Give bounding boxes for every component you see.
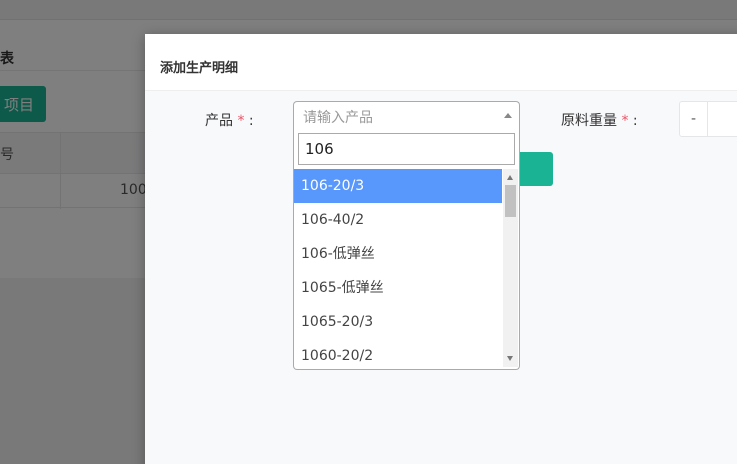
dropdown-option[interactable]: 1060-20/2	[294, 339, 502, 367]
dropdown-option[interactable]: 106-20/3	[294, 169, 502, 203]
scrollbar-thumb[interactable]	[505, 185, 516, 217]
raw-weight-label: 原料重量 * :	[561, 110, 638, 130]
product-select-placeholder: 请输入产品	[303, 110, 373, 126]
add-production-detail-modal: 添加生产明细 产品 * : 请输入产品 原料重量 * : - 106-20/3 …	[145, 34, 737, 464]
chevron-up-icon	[504, 113, 512, 118]
required-mark: *	[621, 113, 629, 129]
product-label: 产品 * :	[205, 110, 254, 130]
decrement-button[interactable]: -	[679, 101, 708, 137]
scroll-up-icon[interactable]	[507, 175, 513, 180]
dropdown-option[interactable]: 106-低弹丝	[294, 237, 502, 271]
product-dropdown: 106-20/3 106-40/2 106-低弹丝 1065-低弹丝 1065-…	[293, 129, 520, 370]
raw-weight-label-text: 原料重量	[561, 113, 617, 129]
dropdown-option[interactable]: 1065-低弹丝	[294, 271, 502, 305]
dropdown-option[interactable]: 1065-20/3	[294, 305, 502, 339]
dropdown-option[interactable]: 106-40/2	[294, 203, 502, 237]
product-select[interactable]: 请输入产品	[293, 101, 520, 129]
raw-weight-input[interactable]	[708, 101, 737, 137]
required-mark: *	[237, 113, 245, 129]
dropdown-search-input[interactable]	[298, 133, 515, 165]
scroll-down-icon[interactable]	[507, 356, 513, 361]
dropdown-options-list: 106-20/3 106-40/2 106-低弹丝 1065-低弹丝 1065-…	[294, 169, 503, 367]
label-colon: :	[632, 113, 638, 129]
label-colon: :	[248, 113, 254, 129]
confirm-button[interactable]	[520, 152, 553, 186]
product-label-text: 产品	[205, 113, 233, 129]
dropdown-scrollbar[interactable]	[503, 169, 518, 367]
modal-title: 添加生产明细	[160, 61, 239, 76]
modal-header: 添加生产明细	[145, 34, 737, 91]
